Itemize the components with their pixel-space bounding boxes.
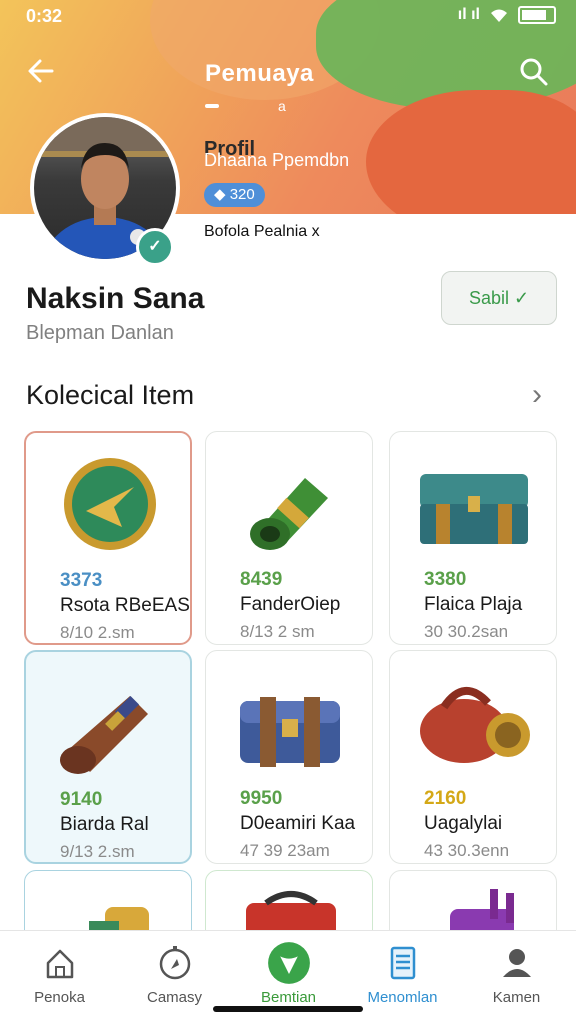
page-title: Pemuaya xyxy=(205,60,314,87)
gold-emblem-icon xyxy=(64,458,156,550)
item-price: 9140 xyxy=(60,789,103,810)
item-meta: 8/10 2.sm xyxy=(60,623,135,642)
nav-item-home[interactable]: Penoka xyxy=(2,931,117,1025)
wifi-icon xyxy=(491,9,507,22)
item-price: 8439 xyxy=(240,569,283,590)
home-indicator[interactable] xyxy=(213,1006,363,1012)
item-price: 3373 xyxy=(60,570,103,591)
item-title: Flaica Plaja xyxy=(424,594,523,615)
item-meta: 9/13 2.sm xyxy=(60,842,135,861)
item-card[interactable]: 9140 Biarda Ral 9/13 2.sm xyxy=(24,650,192,864)
item-price: 9950 xyxy=(240,788,283,809)
green-cannon-icon xyxy=(250,478,328,550)
item-title: Biarda Ral xyxy=(60,814,149,835)
player-name: Naksin Sana xyxy=(26,282,205,315)
compass-icon xyxy=(159,946,191,980)
clock: 0:32 xyxy=(26,6,63,26)
nav-item-profile[interactable]: Kamen xyxy=(459,931,574,1025)
document-icon xyxy=(390,946,416,980)
diamond-icon: ◆ xyxy=(214,186,230,203)
header-mark: a xyxy=(278,98,286,114)
nav-label: Bemtian xyxy=(260,989,317,1006)
item-card[interactable]: 8439 FanderOiep 8/13 2 sm xyxy=(205,431,373,645)
nav-label: Camasy xyxy=(146,989,202,1006)
search-button[interactable] xyxy=(518,56,554,92)
signal-icon: ıl ıl xyxy=(457,6,480,23)
item-price: 2160 xyxy=(424,788,467,809)
search-icon xyxy=(520,58,548,86)
header-decoration xyxy=(366,90,576,214)
item-meta: 30 30.2san xyxy=(424,622,509,641)
item-card[interactable]: 3373 Rsota RBeEAS 8/10 2.sm xyxy=(24,431,192,645)
item-meta: 47 39 23am xyxy=(240,841,330,860)
title-underline xyxy=(205,104,219,108)
item-card[interactable]: 3380 Flaica Plaja 30 30.2san xyxy=(389,431,557,645)
arrow-left-icon xyxy=(28,59,54,83)
item-title: FanderOiep xyxy=(240,594,341,615)
home-icon xyxy=(46,949,74,979)
level-badge: ◆ 320 xyxy=(204,183,265,207)
battery-icon xyxy=(518,6,556,24)
nav-label: Penoka xyxy=(34,989,85,1006)
red-bag-icon xyxy=(420,687,530,763)
item-meta: 43 30.3enn xyxy=(424,841,510,860)
treasure-chest-icon xyxy=(420,474,528,544)
item-title: Uagalylai xyxy=(424,813,503,834)
profile-subtitle: Dhaana Ppemdbn xyxy=(204,150,350,170)
item-title: D0eamiri Kaa xyxy=(240,813,356,834)
shield-icon xyxy=(268,942,310,984)
blue-chest-icon xyxy=(240,697,340,767)
item-card[interactable]: 2160 Uagalylai 43 30.3enn xyxy=(389,650,557,864)
person-icon xyxy=(503,949,531,977)
section-title: Kolecical Item xyxy=(26,380,195,410)
item-meta: 8/13 2 sm xyxy=(240,622,315,641)
horn-icon xyxy=(60,695,148,774)
nav-label: Menomlan xyxy=(367,989,438,1006)
back-button[interactable] xyxy=(26,56,66,92)
nav-label: Kamen xyxy=(492,989,541,1006)
status-bar: 0:32 ıl ıl xyxy=(0,0,576,36)
item-title: Rsota RBeEAS xyxy=(60,595,190,616)
player-role: Blepman Danlan xyxy=(26,322,174,344)
item-price: 3380 xyxy=(424,569,467,590)
item-card[interactable]: 9950 D0eamiri Kaa 47 39 23am xyxy=(205,650,373,864)
team-name: Bofola Pealnia x xyxy=(204,223,320,240)
chevron-right-icon[interactable]: › xyxy=(532,378,542,412)
save-button[interactable]: Sabil ✓ xyxy=(441,271,557,325)
verified-check-icon: ✓ xyxy=(136,228,174,266)
